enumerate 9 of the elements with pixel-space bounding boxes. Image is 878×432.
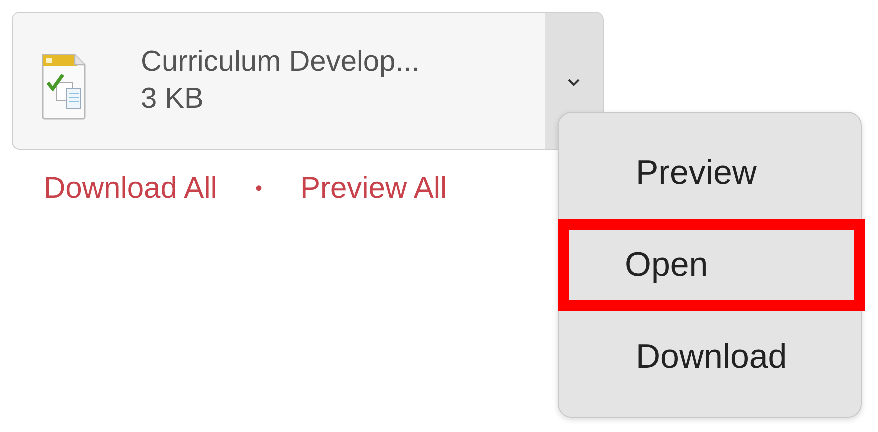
attachment-card[interactable]: Curriculum Develop... 3 KB: [12, 12, 604, 150]
menu-item[interactable]: Open: [558, 219, 865, 311]
separator-dot: •: [255, 178, 262, 200]
chevron-down-icon: [567, 78, 581, 88]
menu-item[interactable]: Download: [559, 311, 861, 403]
file-size: 3 KB: [141, 83, 205, 116]
link[interactable]: Download All: [44, 172, 218, 206]
file-name: Curriculum Develop...: [141, 46, 421, 79]
link[interactable]: Preview All: [300, 172, 448, 206]
